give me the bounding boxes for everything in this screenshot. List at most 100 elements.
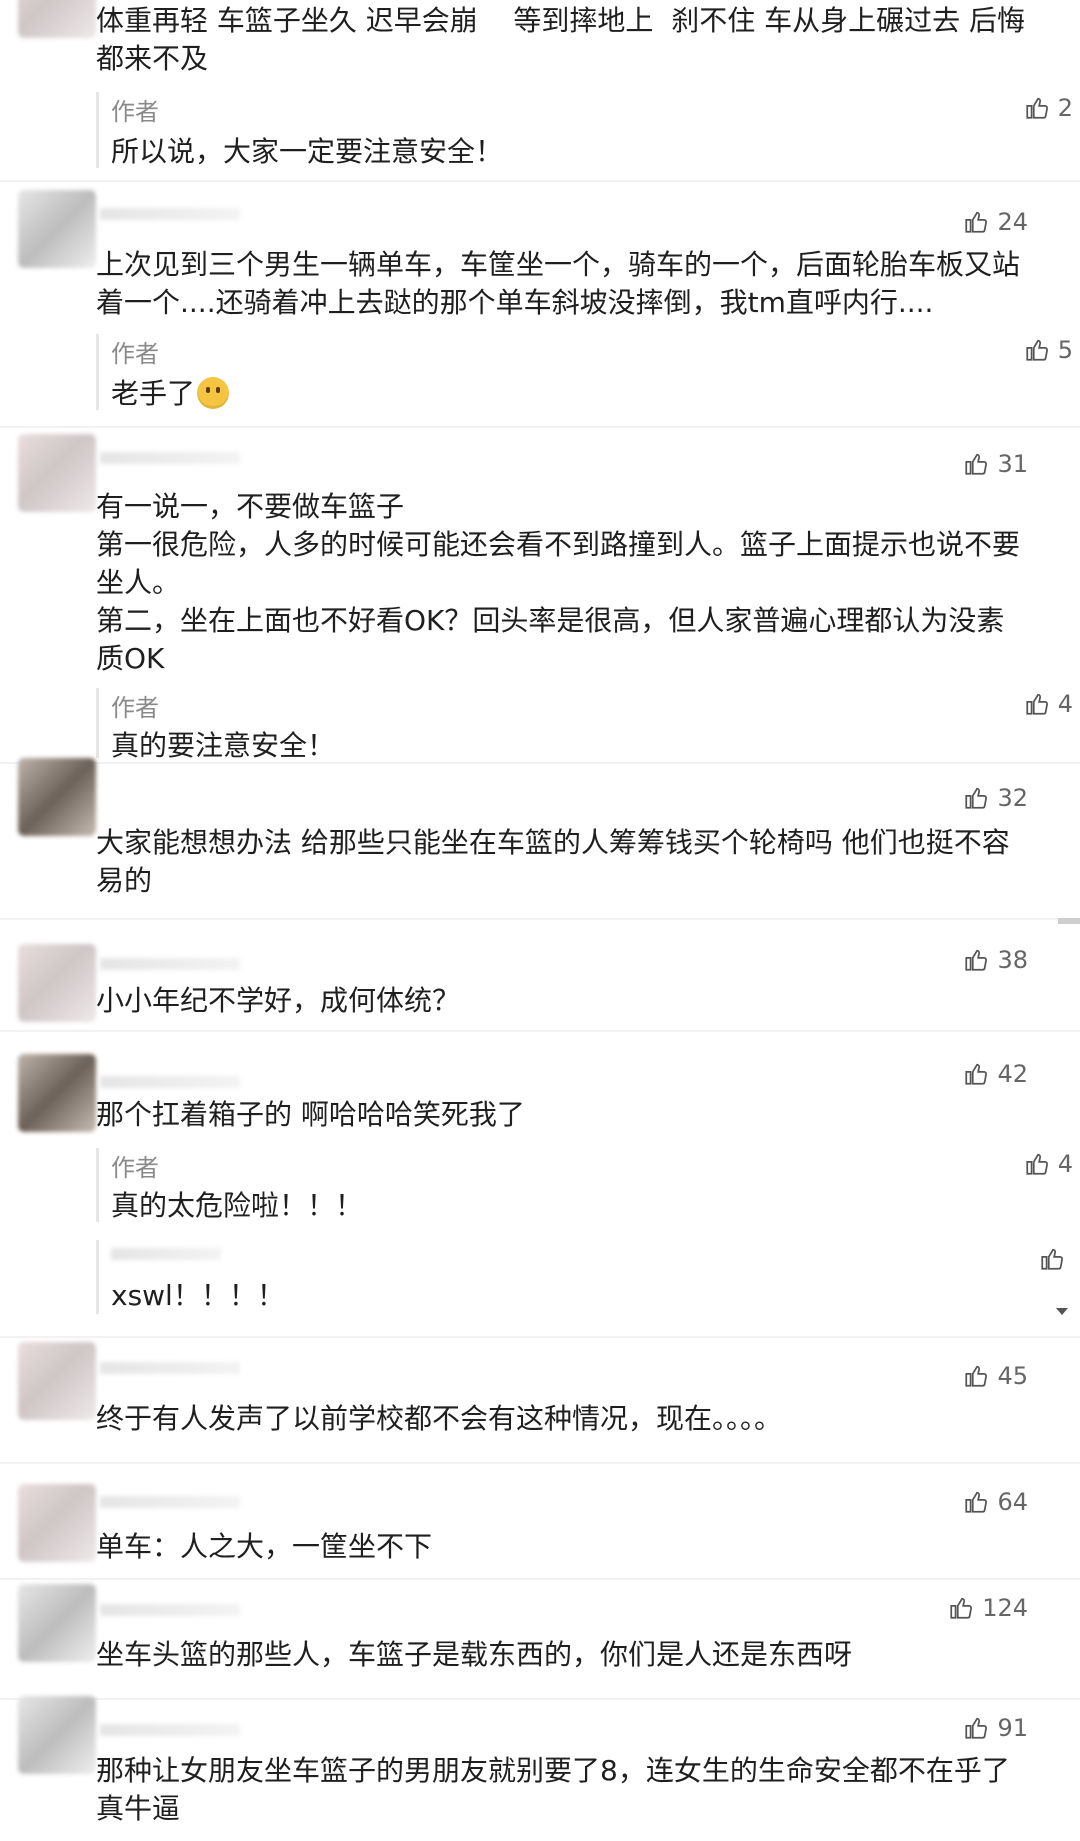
- caret-down-icon[interactable]: [1056, 1308, 1068, 1315]
- like-button[interactable]: 31: [963, 450, 1028, 478]
- divider: [0, 762, 1080, 764]
- like-count: 2: [1057, 94, 1073, 122]
- like-button[interactable]: 124: [948, 1594, 1028, 1622]
- comment-text: 体重再轻 车篮子坐久 迟早会崩 等到摔地上 刹不住 车从身上碾过去 后悔都来不及: [96, 4, 1026, 75]
- like-button[interactable]: 91: [963, 1714, 1028, 1742]
- thumbs-up-icon: [1041, 1248, 1063, 1270]
- comment-text: 小小年纪不学好，成何体统？: [96, 984, 461, 1017]
- like-button[interactable]: 4: [1024, 1150, 1073, 1178]
- like-count: 31: [997, 450, 1028, 478]
- like-count: 32: [997, 784, 1028, 812]
- avatar[interactable]: [18, 1342, 96, 1420]
- reply-author: 作者: [111, 694, 159, 722]
- author-reply: 作者 所以说，大家一定要注意安全！ 2: [96, 92, 1073, 168]
- comment-text: 上次见到三个男生一辆单车，车筐坐一个，骑车的一个，后面轮胎车板又站着一个....…: [96, 248, 1021, 319]
- reply-text-content: 老手了: [111, 377, 196, 410]
- comment-text: 那个扛着箱子的 啊哈哈哈笑死我了: [96, 1098, 525, 1131]
- avatar[interactable]: [18, 434, 96, 512]
- thumbs-up-icon: [1026, 693, 1048, 715]
- like-button[interactable]: 64: [963, 1488, 1028, 1516]
- username[interactable]: [100, 1724, 240, 1736]
- username[interactable]: [100, 1076, 240, 1088]
- reply-author: 作者: [111, 1154, 159, 1182]
- reply-author: 作者: [111, 340, 159, 368]
- thumbs-up-icon: [1026, 339, 1048, 361]
- thumbs-up-icon: [965, 949, 988, 971]
- like-count: 42: [997, 1060, 1028, 1088]
- like-count: 24: [997, 208, 1028, 236]
- username[interactable]: [100, 452, 240, 464]
- thumbs-up-icon: [1026, 97, 1048, 119]
- thumbs-up-icon: [1026, 1153, 1048, 1175]
- reply-author: 作者: [111, 98, 159, 126]
- divider: [0, 1698, 1080, 1700]
- avatar[interactable]: [18, 190, 96, 268]
- avatar[interactable]: [18, 758, 96, 836]
- comment-text: 单车：人之大，一筐坐不下: [96, 1530, 433, 1563]
- like-count: 5: [1057, 336, 1073, 364]
- avatar[interactable]: [18, 0, 96, 38]
- like-count: 38: [997, 946, 1028, 974]
- comment-text: 大家能想想办法 给那些只能坐在车篮的人筹筹钱买个轮椅吗 他们也挺不容易的: [96, 826, 1010, 897]
- author-reply: 作者 真的要注意安全！ 4: [96, 688, 1073, 762]
- divider: [0, 1578, 1080, 1580]
- username[interactable]: [100, 1496, 240, 1508]
- like-count: 124: [982, 1594, 1028, 1622]
- thumbs-up-icon: [950, 1597, 973, 1619]
- username[interactable]: [100, 958, 240, 970]
- comment-4: 32 大家能想想办法 给那些只能坐在车篮的人筹筹钱买个轮椅吗 他们也挺不容易的: [0, 758, 1080, 918]
- like-count: 4: [1057, 690, 1073, 718]
- comment-8: 64 单车：人之大，一筐坐不下: [0, 1468, 1080, 1578]
- reply-username[interactable]: [111, 1248, 221, 1260]
- like-button[interactable]: 2: [1024, 94, 1073, 122]
- divider: [0, 1462, 1080, 1464]
- comment-text: 有一说一，不要做车篮子 第一很危险，人多的时候可能还会看不到路撞到人。篮子上面提…: [96, 490, 1021, 675]
- reply-text: xswl！！！！: [111, 1279, 285, 1312]
- comment-text: 那种让女朋友坐车篮子的男朋友就别要了8，连女生的生命安全都不在乎了 真牛逼: [96, 1754, 1010, 1825]
- like-count: 45: [997, 1362, 1028, 1390]
- like-button[interactable]: 4: [1024, 690, 1073, 718]
- thumbs-up-icon: [965, 211, 988, 233]
- comment-3: 31 有一说一，不要做车篮子 第一很危险，人多的时候可能还会看不到路撞到人。篮子…: [0, 430, 1080, 762]
- avatar[interactable]: [18, 1696, 96, 1774]
- comment-10: 91 那种让女朋友坐车篮子的男朋友就别要了8，连女生的生命安全都不在乎了 真牛逼: [0, 1696, 1080, 1841]
- like-button[interactable]: 32: [963, 784, 1028, 812]
- thumbs-up-icon: [965, 1717, 988, 1739]
- divider: [0, 426, 1080, 428]
- reply-text: 真的太危险啦！！！: [111, 1189, 364, 1222]
- username[interactable]: [100, 1604, 240, 1616]
- comment-6: 42 那个扛着箱子的 啊哈哈哈笑死我了 作者 真的太危险啦！！！ 4 xswl！…: [0, 1036, 1080, 1336]
- comment-1: 体重再轻 车篮子坐久 迟早会崩 等到摔地上 刹不住 车从身上碾过去 后悔都来不及…: [0, 0, 1080, 180]
- thumbs-up-icon: [965, 1063, 988, 1085]
- like-button[interactable]: [1039, 1246, 1073, 1272]
- thumbs-up-icon: [965, 787, 988, 809]
- author-reply: 作者 真的太危险啦！！！ 4: [96, 1148, 1073, 1222]
- like-button[interactable]: 24: [963, 208, 1028, 236]
- comment-7: 45 终于有人发声了以前学校都不会有这种情况，现在。。。。: [0, 1342, 1080, 1462]
- like-button[interactable]: 38: [963, 946, 1028, 974]
- username[interactable]: [100, 208, 240, 220]
- comment-text: 终于有人发声了以前学校都不会有这种情况，现在。。。。: [96, 1402, 783, 1435]
- like-button[interactable]: 5: [1024, 336, 1073, 364]
- avatar[interactable]: [18, 1054, 96, 1132]
- thumbs-up-icon: [965, 1491, 988, 1513]
- avatar[interactable]: [18, 944, 96, 1022]
- comment-text: 坐车头篮的那些人，车篮子是载东西的，你们是人还是东西呀: [96, 1638, 853, 1671]
- avatar[interactable]: [18, 1484, 96, 1562]
- comment-5: 38 小小年纪不学好，成何体统？: [0, 924, 1080, 1030]
- reply-text: 所以说，大家一定要注意安全！: [111, 135, 504, 168]
- username[interactable]: [100, 1362, 240, 1374]
- divider: [0, 918, 1080, 920]
- avatar[interactable]: [18, 1584, 96, 1662]
- like-count: 4: [1057, 1150, 1073, 1178]
- like-count: 91: [997, 1714, 1028, 1742]
- user-reply: xswl！！！！: [96, 1240, 1063, 1314]
- divider: [0, 1336, 1080, 1338]
- emoji-icon: [197, 377, 230, 409]
- like-button[interactable]: 45: [963, 1362, 1028, 1390]
- like-button[interactable]: 42: [963, 1060, 1028, 1088]
- like-count: 64: [997, 1488, 1028, 1516]
- author-reply: 作者 老手了 5: [96, 334, 1073, 410]
- thumbs-up-icon: [965, 1365, 988, 1387]
- thumbs-up-icon: [965, 453, 988, 475]
